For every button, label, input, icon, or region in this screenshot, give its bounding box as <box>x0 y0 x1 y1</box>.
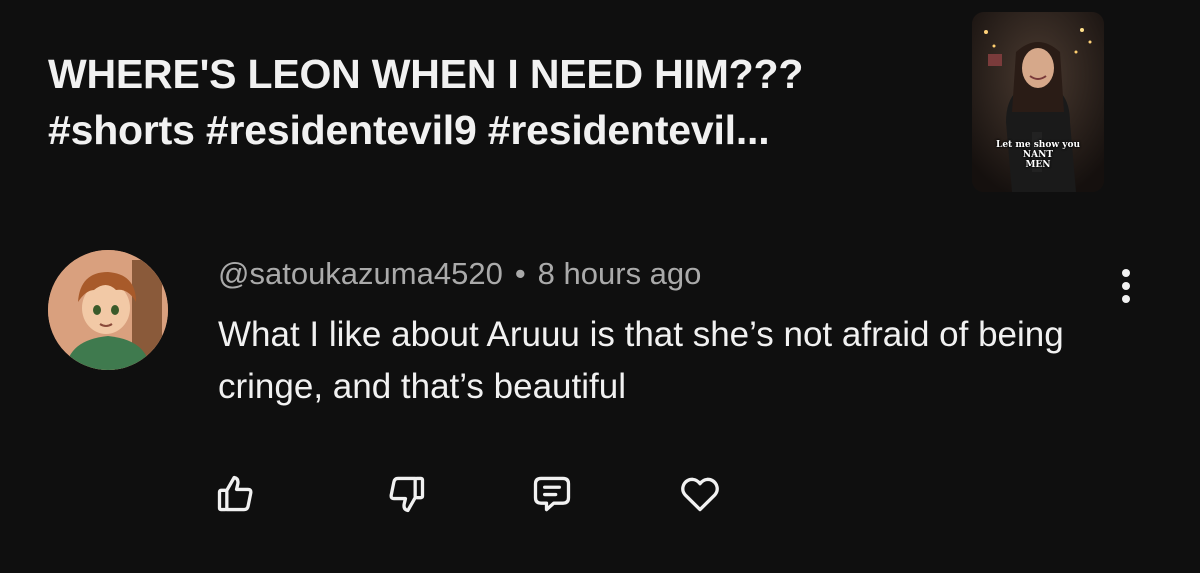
thumbnail-caption-line-1: Let me show you <box>996 140 1080 150</box>
thumbs-up-icon <box>217 475 253 512</box>
reply-button[interactable] <box>530 472 574 516</box>
more-options-button[interactable] <box>1108 262 1144 310</box>
more-dot <box>1122 269 1130 277</box>
dislike-button[interactable] <box>384 472 428 516</box>
comment-header: @satoukazuma4520 • 8 hours ago <box>218 254 701 294</box>
thumbnail-caption-line-3: MEN <box>1025 160 1051 170</box>
reply-icon <box>533 476 571 512</box>
video-title-line-1: WHERE'S LEON WHEN I NEED HIM??? <box>48 51 804 97</box>
more-dot <box>1122 282 1130 290</box>
thumbnail-caption-line-2: NANT <box>1022 150 1054 160</box>
avatar[interactable] <box>48 250 168 370</box>
video-title-line-2: #shorts #residentevil9 #residentevil... <box>48 107 770 153</box>
comment-timestamp[interactable]: 8 hours ago <box>538 256 702 291</box>
video-thumbnail[interactable]: Let me show you NANT MEN <box>972 12 1104 192</box>
thumbnail-caption: Let me show you NANT MEN <box>972 140 1104 170</box>
comment-text: What I like about Aruuu is that she’s no… <box>218 315 1064 406</box>
separator-dot: • <box>514 256 526 291</box>
video-title[interactable]: WHERE'S LEON WHEN I NEED HIM??? #shorts … <box>48 46 928 158</box>
more-dot <box>1122 295 1130 303</box>
heart-button[interactable] <box>678 472 722 516</box>
thumbs-down-icon <box>389 476 425 513</box>
like-button[interactable] <box>214 472 258 516</box>
avatar-image <box>48 250 168 370</box>
heart-icon <box>681 477 719 512</box>
comment-author[interactable]: @satoukazuma4520 <box>218 256 503 291</box>
